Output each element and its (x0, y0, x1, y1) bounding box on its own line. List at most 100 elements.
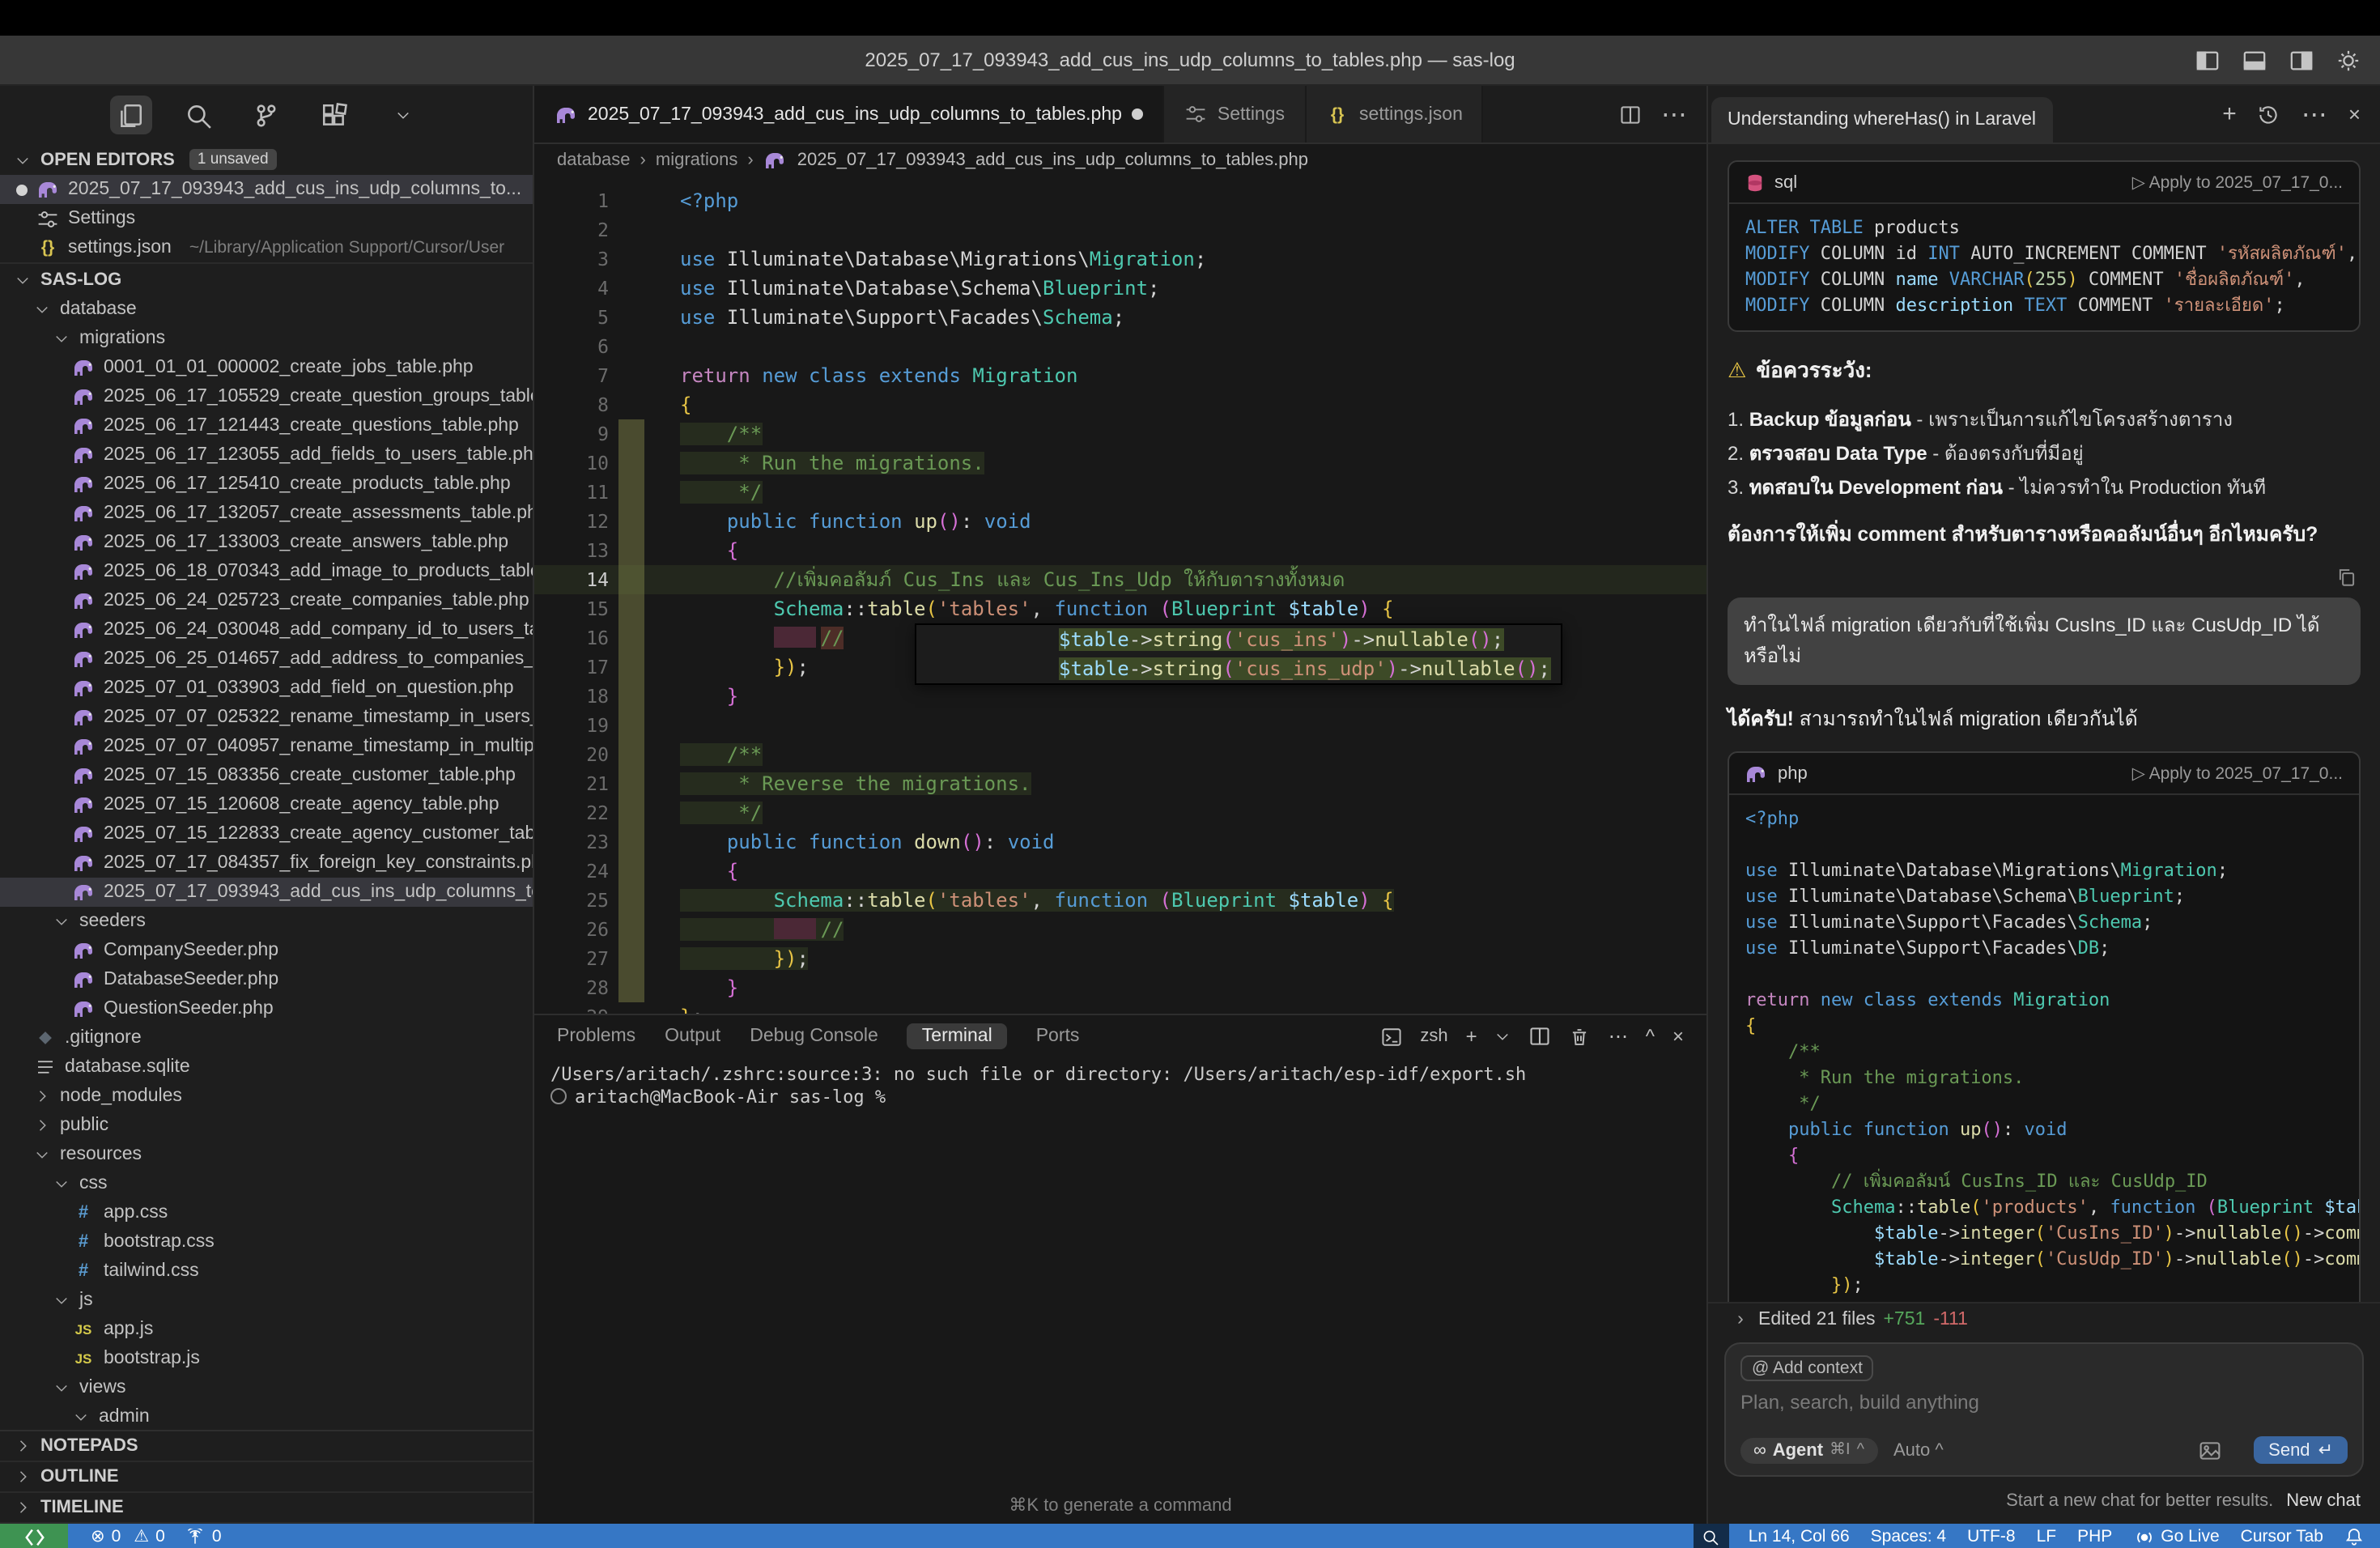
code-line[interactable]: 11 */ (534, 478, 1706, 507)
tree-item[interactable]: #tailwind.css (0, 1257, 533, 1286)
chat-tab[interactable]: Understanding whereHas() in Laravel (1711, 97, 2052, 142)
copy-icon[interactable] (2336, 567, 2357, 588)
more-icon[interactable]: ⋯ (1661, 98, 1687, 130)
tree-item[interactable]: seeders (0, 907, 533, 936)
encoding[interactable]: UTF-8 (1967, 1527, 2016, 1546)
code-line[interactable]: 28 } (534, 973, 1706, 1002)
plus-icon[interactable]: + (1466, 1025, 1477, 1048)
code-line[interactable]: 1<?php (534, 186, 1706, 215)
tree-item[interactable]: 2025_06_24_030048_add_company_id_to_user… (0, 615, 533, 644)
cursor-position[interactable]: Ln 14, Col 66 (1749, 1527, 1850, 1546)
inline-suggestion-popup[interactable]: $table->string('cus_ins')->nullable();$t… (915, 623, 1562, 685)
editor-tab[interactable]: Settings (1164, 86, 1306, 142)
apply-button[interactable]: ▷ Apply to 2025_07_17_0... (2132, 763, 2343, 783)
go-live[interactable]: Go Live (2133, 1526, 2219, 1547)
tree-item[interactable]: 2025_06_17_105529_create_question_groups… (0, 382, 533, 411)
tree-item[interactable]: 2025_07_07_025322_rename_timestamp_in_us… (0, 703, 533, 732)
editor-tab[interactable]: {}settings.json (1306, 86, 1484, 142)
add-context-button[interactable]: @ Add context (1740, 1355, 1874, 1381)
new-chat-link[interactable]: New chat (2286, 1491, 2361, 1511)
code-line[interactable]: 18 } (534, 682, 1706, 711)
sidebar-section-notepads[interactable]: NOTEPADS (0, 1431, 533, 1462)
explorer-icon[interactable] (109, 96, 151, 134)
open-editor-item[interactable]: 2025_07_17_093943_add_cus_ins_udp_column… (0, 175, 533, 204)
chevron-down-icon[interactable] (381, 96, 423, 134)
cursor-tab-status[interactable]: Cursor Tab (2241, 1527, 2323, 1546)
tree-item[interactable]: JSbootstrap.js (0, 1344, 533, 1373)
tree-item[interactable]: .gitignore (0, 1023, 533, 1053)
tree-item[interactable]: 2025_06_17_121443_create_questions_table… (0, 411, 533, 440)
tree-item[interactable]: 2025_06_24_025723_create_companies_table… (0, 586, 533, 615)
tree-item[interactable]: js (0, 1286, 533, 1315)
toggle-sidebar-icon[interactable] (2195, 48, 2220, 72)
split-editor-icon[interactable] (1619, 103, 1642, 125)
eol[interactable]: LF (2037, 1527, 2057, 1546)
tree-item[interactable]: 2025_06_18_070343_add_image_to_products_… (0, 557, 533, 586)
code-line[interactable]: 19 (534, 711, 1706, 740)
code-line[interactable]: 7return new class extends Migration (534, 361, 1706, 390)
split-terminal-icon[interactable] (1529, 1025, 1552, 1048)
sidebar-section-outline[interactable]: OUTLINE (0, 1462, 533, 1493)
code-line[interactable]: 29}; (534, 1002, 1706, 1014)
terminal-tab-problems[interactable]: Problems (557, 1027, 635, 1046)
code-line[interactable]: 25 Schema::table('tables', function (Blu… (534, 886, 1706, 915)
open-editors-header[interactable]: OPEN EDITORS 1 unsaved (0, 144, 533, 175)
history-icon[interactable] (2258, 103, 2280, 125)
tree-item[interactable]: views (0, 1373, 533, 1402)
code-line[interactable]: 22 */ (534, 798, 1706, 827)
agent-mode-selector[interactable]: ∞ Agent ⌘I ^ (1740, 1437, 1877, 1463)
tree-item[interactable]: JSapp.js (0, 1315, 533, 1344)
model-selector[interactable]: Auto ^ (1893, 1440, 1944, 1460)
more-icon[interactable]: ⋯ (2301, 98, 2327, 130)
terminal-tab-output[interactable]: Output (665, 1027, 720, 1046)
code-line[interactable]: 27 }); (534, 944, 1706, 973)
tree-item[interactable]: 2025_06_25_014657_add_address_to_compani… (0, 644, 533, 674)
tree-item[interactable]: 2025_07_17_084357_fix_foreign_key_constr… (0, 848, 533, 878)
tree-item[interactable]: database (0, 295, 533, 324)
tree-item[interactable]: 2025_07_15_122833_create_agency_customer… (0, 819, 533, 848)
code-line[interactable]: 14 //เพิ่มคอลัมภ์ Cus_Ins และ Cus_Ins_Ud… (534, 565, 1706, 594)
code-line[interactable]: 23 public function down(): void (534, 827, 1706, 857)
tree-item[interactable]: css (0, 1169, 533, 1198)
new-chat-plus-icon[interactable]: + (2222, 100, 2237, 128)
tree-item[interactable]: 2025_06_17_133003_create_answers_table.p… (0, 528, 533, 557)
tree-item[interactable]: DatabaseSeeder.php (0, 965, 533, 994)
code-line[interactable]: 20 /** (534, 740, 1706, 769)
code-line[interactable]: 8{ (534, 390, 1706, 419)
breadcrumb[interactable]: database›migrations›2025_07_17_093943_ad… (534, 144, 1706, 176)
bell-icon[interactable] (2344, 1527, 2364, 1546)
trash-icon[interactable] (1570, 1026, 1591, 1047)
edited-files-summary[interactable]: › Edited 21 files +751 -111 (1708, 1302, 2380, 1336)
chat-input-placeholder[interactable]: Plan, search, build anything (1740, 1391, 2348, 1427)
indentation[interactable]: Spaces: 4 (1871, 1527, 1946, 1546)
code-line[interactable]: 4use Illuminate\Database\Schema\Blueprin… (534, 274, 1706, 303)
terminal-tab-terminal[interactable]: Terminal (907, 1023, 1007, 1049)
code-line[interactable]: 24 { (534, 857, 1706, 886)
chevron-up-icon[interactable]: ^ (1646, 1025, 1655, 1048)
code-line[interactable]: 10 * Run the migrations. (534, 449, 1706, 478)
code-editor[interactable]: 1<?php2 3use Illuminate\Database\Migrati… (534, 176, 1706, 1014)
tree-item[interactable]: migrations (0, 324, 533, 353)
sidebar-section-timeline[interactable]: TIMELINE (0, 1493, 533, 1524)
tree-item[interactable]: database.sqlite (0, 1053, 533, 1082)
code-line[interactable]: 26 // (534, 915, 1706, 944)
tree-item[interactable]: node_modules (0, 1082, 533, 1111)
extensions-icon[interactable] (313, 96, 355, 134)
open-editor-item[interactable]: Settings (0, 204, 533, 233)
code-line[interactable]: 6 (534, 332, 1706, 361)
tree-item[interactable]: 2025_07_15_120608_create_agency_table.ph… (0, 790, 533, 819)
code-line[interactable]: 21 * Reverse the migrations. (534, 769, 1706, 798)
shell-label[interactable] (1381, 1026, 1402, 1047)
send-button[interactable]: Send↵ (2254, 1436, 2348, 1464)
breadcrumb-item[interactable]: migrations (656, 151, 738, 170)
tree-item[interactable]: 2025_07_15_083356_create_customer_table.… (0, 761, 533, 790)
tree-item[interactable]: public (0, 1111, 533, 1140)
editor-tab[interactable]: 2025_07_17_093943_add_cus_ins_udp_column… (534, 86, 1164, 142)
image-icon[interactable] (2199, 1439, 2221, 1461)
open-editor-item[interactable]: {}settings.json~/Library/Application Sup… (0, 233, 533, 262)
code-line[interactable]: 9 /** (534, 419, 1706, 449)
tree-item[interactable]: CompanySeeder.php (0, 936, 533, 965)
code-line[interactable]: 3use Illuminate\Database\Migrations\Migr… (534, 245, 1706, 274)
tree-item[interactable]: admin (0, 1402, 533, 1430)
more-icon[interactable]: ⋯ (1609, 1025, 1628, 1048)
